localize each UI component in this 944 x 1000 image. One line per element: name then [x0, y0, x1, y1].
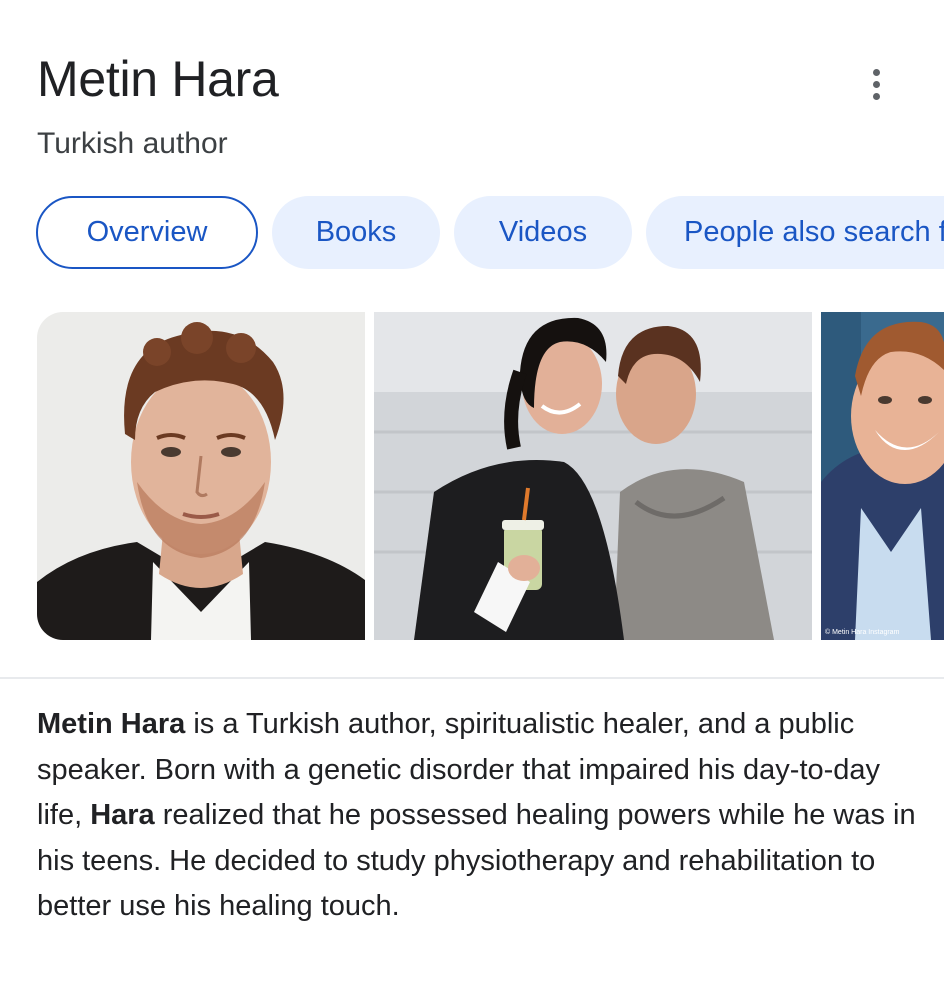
page-subtitle: Turkish author — [37, 127, 228, 160]
tab-overview[interactable]: Overview — [36, 196, 258, 269]
image-smiling[interactable]: © Metin Hara Instagram — [821, 312, 944, 640]
more-dot — [872, 68, 880, 76]
more-options-icon[interactable] — [856, 64, 896, 104]
image-couple[interactable] — [374, 312, 812, 640]
tab-videos[interactable]: Videos — [454, 196, 632, 269]
section-divider — [0, 677, 944, 679]
image-portrait[interactable] — [37, 312, 365, 640]
tab-bar: Overview Books Videos People also search… — [36, 196, 944, 269]
description-name-bold: Metin Hara — [37, 708, 186, 740]
image-carousel: © Metin Hara Instagram — [37, 312, 944, 640]
description: Metin Hara is a Turkish author, spiritua… — [37, 702, 917, 930]
page-title: Metin Hara — [37, 51, 279, 107]
tab-books[interactable]: Books — [272, 196, 440, 269]
tab-people-also-search[interactable]: People also search for — [646, 196, 944, 269]
description-surname-bold: Hara — [90, 799, 155, 832]
more-dot — [872, 92, 880, 100]
more-dot — [872, 80, 880, 88]
description-text: realized that he possessed healing power… — [37, 799, 916, 923]
image-caption: © Metin Hara Instagram — [825, 628, 900, 636]
